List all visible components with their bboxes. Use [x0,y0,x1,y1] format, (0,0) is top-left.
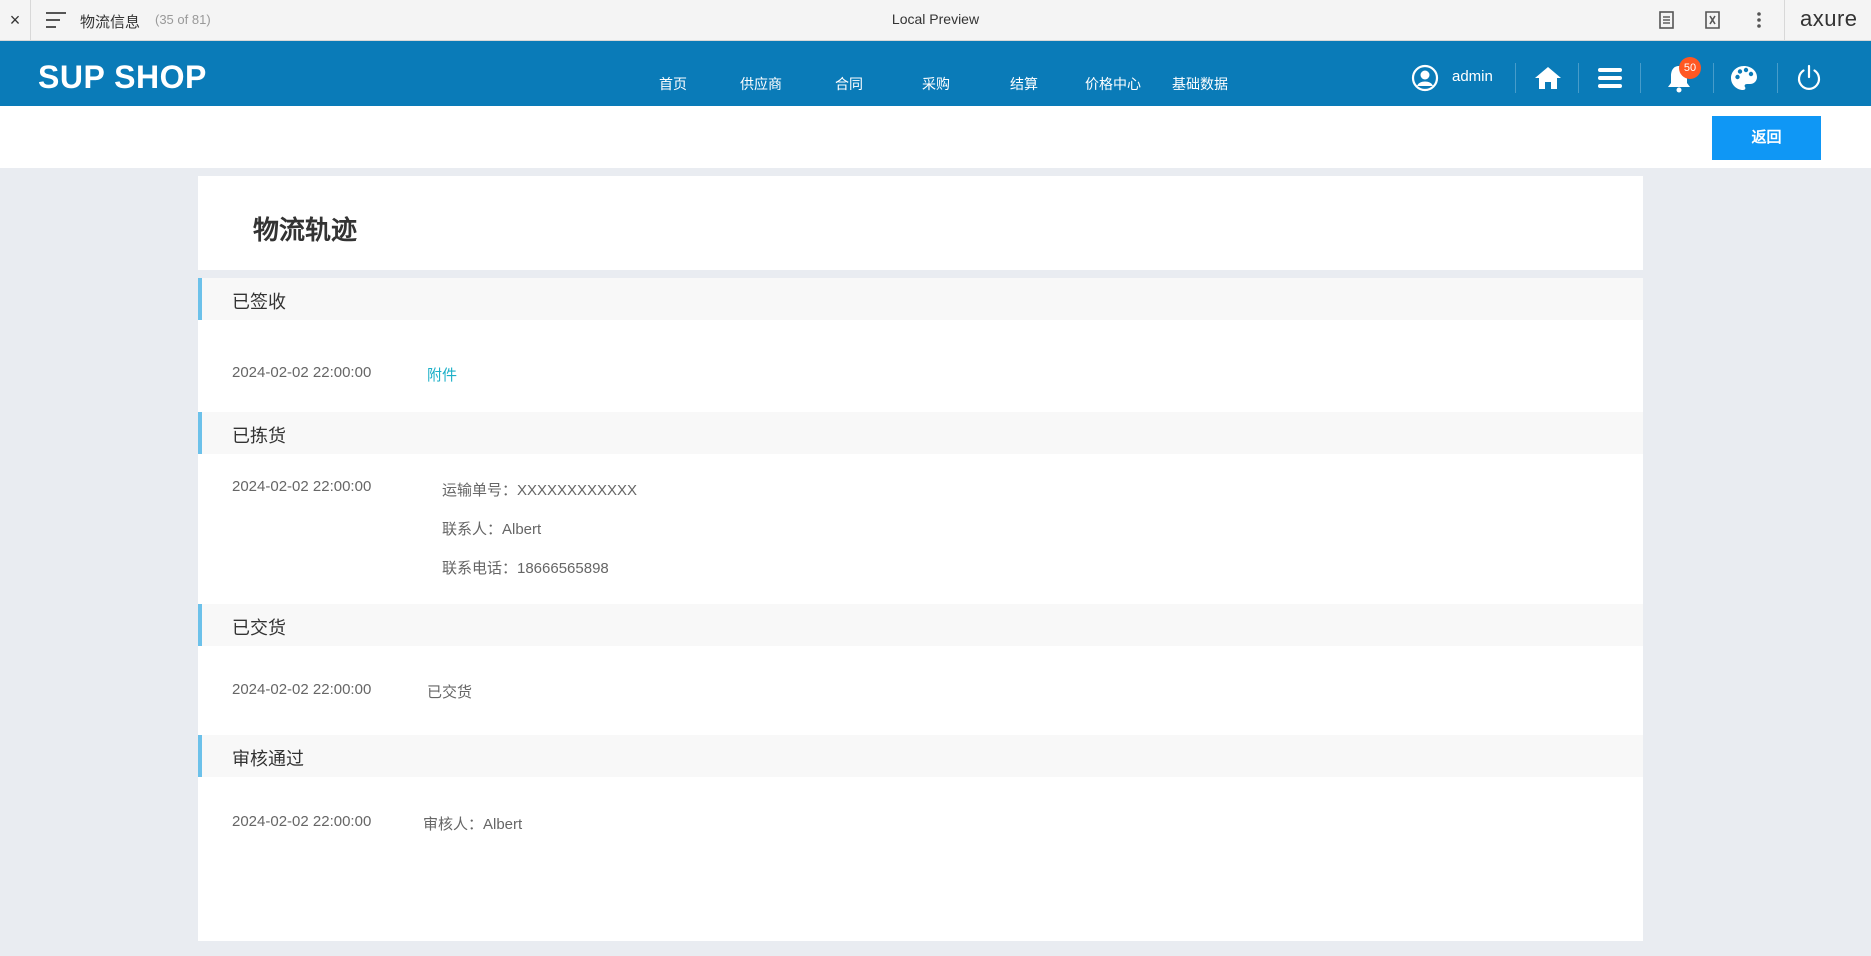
page-title: 物流轨迹 [253,215,358,245]
nav-item-price-center[interactable]: 价格中心 [1085,74,1141,94]
toolbar-divider [1784,0,1785,41]
nav-item-home[interactable]: 首页 [659,74,687,94]
timestamp: 2024-02-02 22:00:00 [232,813,372,830]
toolbar-divider [30,0,31,41]
page-name: 物流信息 [80,14,141,31]
notes-icon[interactable] [1656,10,1678,30]
preview-toolbar: × 物流信息 (35 of 81) Local Preview axure [0,0,1871,41]
nav-item-settlement[interactable]: 结算 [1010,74,1038,94]
preview-title: Local Preview [891,11,980,27]
header-divider [1640,63,1641,93]
variables-icon[interactable] [1702,10,1724,30]
timestamp: 2024-02-02 22:00:00 [232,478,372,495]
more-icon[interactable] [1748,10,1770,30]
nav-item-contract[interactable]: 合同 [835,74,863,94]
logistics-panel: 物流轨迹 已签收 2024-02-02 22:00:00 附件 已拣货 2024… [198,176,1643,941]
back-button[interactable]: 返回 [1712,116,1821,160]
user-name[interactable]: admin [1452,68,1493,85]
timestamp: 2024-02-02 22:00:00 [232,681,372,698]
action-bar: 返回 [0,106,1871,168]
section-status: 已拣货 [232,426,286,446]
notification-badge: 50 [1679,57,1701,79]
header-divider [1777,63,1778,93]
section-status: 已签收 [232,292,286,312]
section-header-approved: 审核通过 [198,735,1643,777]
power-icon[interactable] [1794,63,1824,93]
axure-logo: axure [1800,6,1858,31]
section-status: 审核通过 [232,749,304,769]
list-menu-icon[interactable] [1595,63,1625,93]
header-divider [1578,63,1579,93]
section-header-signed: 已签收 [198,278,1643,320]
palette-icon[interactable] [1729,63,1759,93]
app-header: SUP SHOP 首页 供应商 合同 采购 结算 价格中心 基础数据 admin… [0,41,1871,106]
menu-icon[interactable] [46,12,66,28]
header-divider [1515,63,1516,93]
delivery-note: 已交货 [427,684,473,701]
section-header-picked: 已拣货 [198,412,1643,454]
section-status: 已交货 [232,618,286,638]
close-icon[interactable]: × [6,9,24,31]
timestamp: 2024-02-02 22:00:00 [232,364,372,381]
home-icon[interactable] [1533,63,1563,93]
panel-header: 物流轨迹 [198,176,1643,270]
divider [198,270,1643,278]
reviewer: 审核人：Albert [423,816,523,833]
contact-person: 联系人：Albert [442,521,542,538]
attachment-link[interactable]: 附件 [427,364,457,385]
nav-item-supplier[interactable]: 供应商 [740,74,782,94]
nav-item-base-data[interactable]: 基础数据 [1172,74,1228,94]
contact-phone: 联系电话：18666565898 [442,560,609,577]
brand-logo[interactable]: SUP SHOP [38,59,207,96]
header-divider [1713,63,1714,93]
page-count: (35 of 81) [155,12,211,27]
tracking-number: 运输单号：XXXXXXXXXXXX [442,482,638,499]
user-avatar-icon[interactable] [1410,63,1440,93]
nav-item-purchase[interactable]: 采购 [922,74,950,94]
section-header-delivered: 已交货 [198,604,1643,646]
